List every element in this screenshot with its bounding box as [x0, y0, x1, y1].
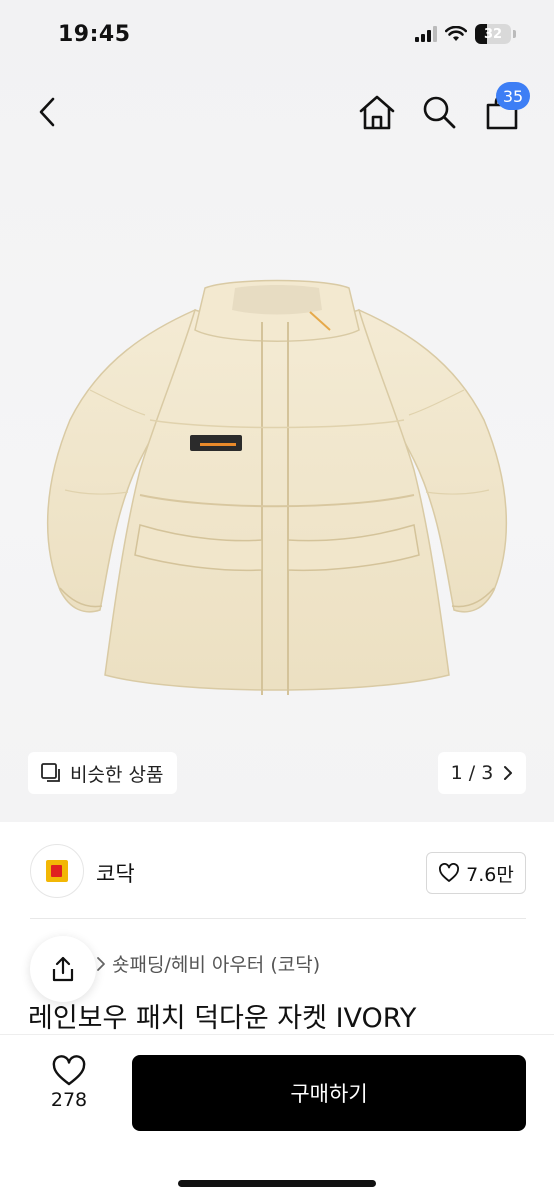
similar-products-button[interactable]: 비슷한 상품 [28, 752, 178, 794]
image-page-text: 1 / 3 [450, 762, 494, 784]
breadcrumb-category[interactable]: 숏패딩/헤비 아우터 (코닥) [112, 950, 320, 977]
brand-name[interactable]: 코닥 [96, 858, 135, 888]
share-icon [52, 956, 74, 982]
wifi-icon [445, 26, 467, 41]
battery-cap [513, 30, 516, 38]
brand-like-count: 7.6만 [466, 863, 514, 886]
heart-icon [52, 1055, 86, 1086]
status-icons: 32 [415, 24, 516, 44]
similar-products-label: 비슷한 상품 [70, 763, 164, 786]
brand-logo[interactable] [30, 844, 84, 898]
cart-button[interactable]: 35 [478, 82, 530, 136]
product-title: 레인보우 패치 덕다운 자켓 IVORY [28, 1003, 417, 1034]
battery-level: 32 [483, 26, 503, 42]
heart-icon [439, 863, 460, 882]
buy-button[interactable]: 구매하기 [132, 1055, 526, 1131]
chevron-right-icon [97, 956, 105, 971]
home-button[interactable] [353, 88, 401, 136]
wishlist-button[interactable]: 278 [34, 1055, 104, 1135]
similar-icon [41, 763, 60, 782]
kodak-logo-mark [46, 860, 68, 882]
brand-like-button[interactable]: 7.6만 [426, 852, 526, 894]
back-button[interactable] [24, 88, 72, 136]
chevron-right-icon [504, 766, 513, 780]
brand-row: 코닥 7.6만 [0, 838, 554, 904]
share-button[interactable] [30, 936, 96, 1002]
chevron-left-icon [39, 97, 55, 127]
status-bar: 19:45 32 [0, 0, 554, 72]
status-time: 19:45 [58, 22, 131, 47]
breadcrumb[interactable]: 숏패딩/헤비 아우터 (코닥) [96, 950, 320, 977]
product-hero: 19:45 32 35 비슷한 상품 1 / 3 [0, 0, 554, 822]
cart-count-badge: 35 [496, 82, 530, 110]
home-icon [359, 95, 395, 130]
signal-icon [415, 26, 437, 42]
search-icon [423, 96, 456, 129]
divider [30, 918, 526, 919]
bottom-action-bar: 278 구매하기 [0, 1034, 554, 1200]
battery-icon: 32 [475, 24, 511, 44]
top-nav: 35 [0, 80, 554, 144]
home-indicator [178, 1180, 376, 1187]
image-page-indicator[interactable]: 1 / 3 [438, 752, 526, 794]
wishlist-count: 278 [50, 1089, 88, 1111]
search-button[interactable] [415, 88, 463, 136]
product-image[interactable] [30, 270, 524, 720]
